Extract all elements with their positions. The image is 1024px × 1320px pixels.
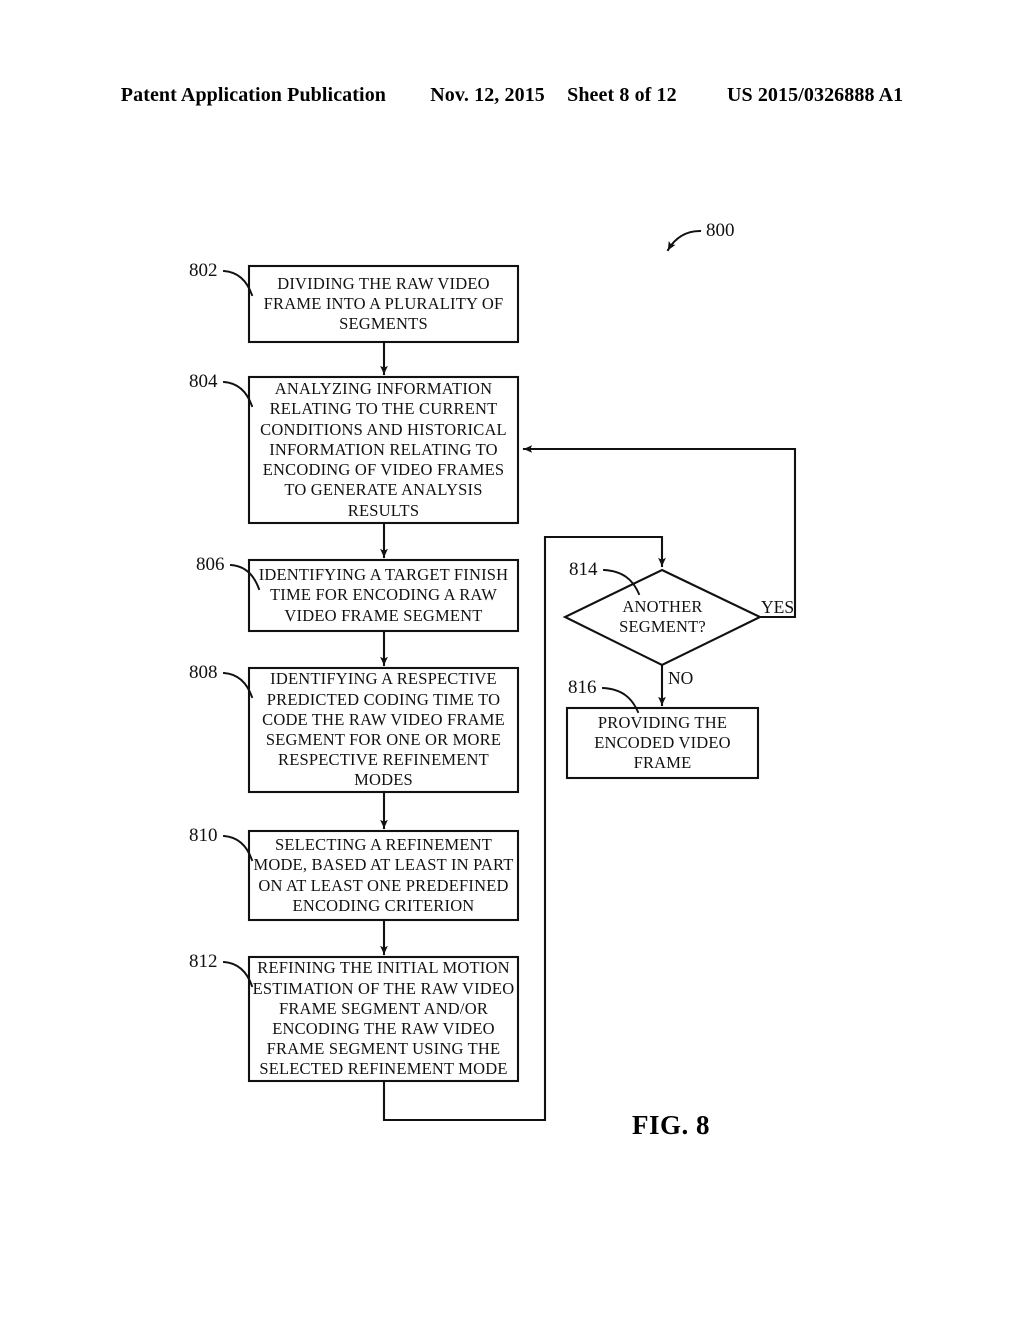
ref-number-804: 804	[189, 371, 218, 392]
ref-number-814: 814	[569, 559, 598, 580]
flowchart-vector-layer	[222, 229, 797, 1122]
ref-number-800: 800	[706, 220, 735, 241]
node-802-box	[247, 264, 520, 344]
figure-caption: FIG. 8	[632, 1110, 711, 1140]
ref-number-816: 816	[568, 677, 597, 698]
leader-812	[222, 960, 254, 988]
node-806-box	[247, 558, 520, 633]
ref-number-808: 808	[189, 662, 218, 683]
edge-label-yes: YES	[761, 597, 795, 617]
figure-800-flowchart: DIVIDING THE RAW VIDEO FRAME INTO A PLUR…	[0, 0, 1024, 1320]
leader-808	[222, 671, 254, 699]
leader-810	[222, 834, 254, 862]
ref-number-810: 810	[189, 825, 218, 846]
leader-800-arrow	[666, 229, 702, 252]
node-814-diamond	[562, 568, 763, 667]
ref-number-806: 806	[196, 554, 225, 575]
edge-814-yes-to-804	[522, 445, 797, 619]
ref-number-802: 802	[189, 260, 218, 281]
leader-806	[229, 563, 261, 591]
edge-label-no: NO	[668, 668, 694, 688]
ref-number-812: 812	[189, 951, 218, 972]
node-816-box	[565, 706, 760, 780]
node-808-box	[247, 666, 520, 794]
node-810-box	[247, 829, 520, 922]
edge-812-to-814	[382, 535, 666, 1122]
node-812-box	[247, 955, 520, 1083]
leader-804	[222, 380, 254, 408]
node-804-box	[247, 375, 520, 525]
leader-802	[222, 269, 254, 297]
